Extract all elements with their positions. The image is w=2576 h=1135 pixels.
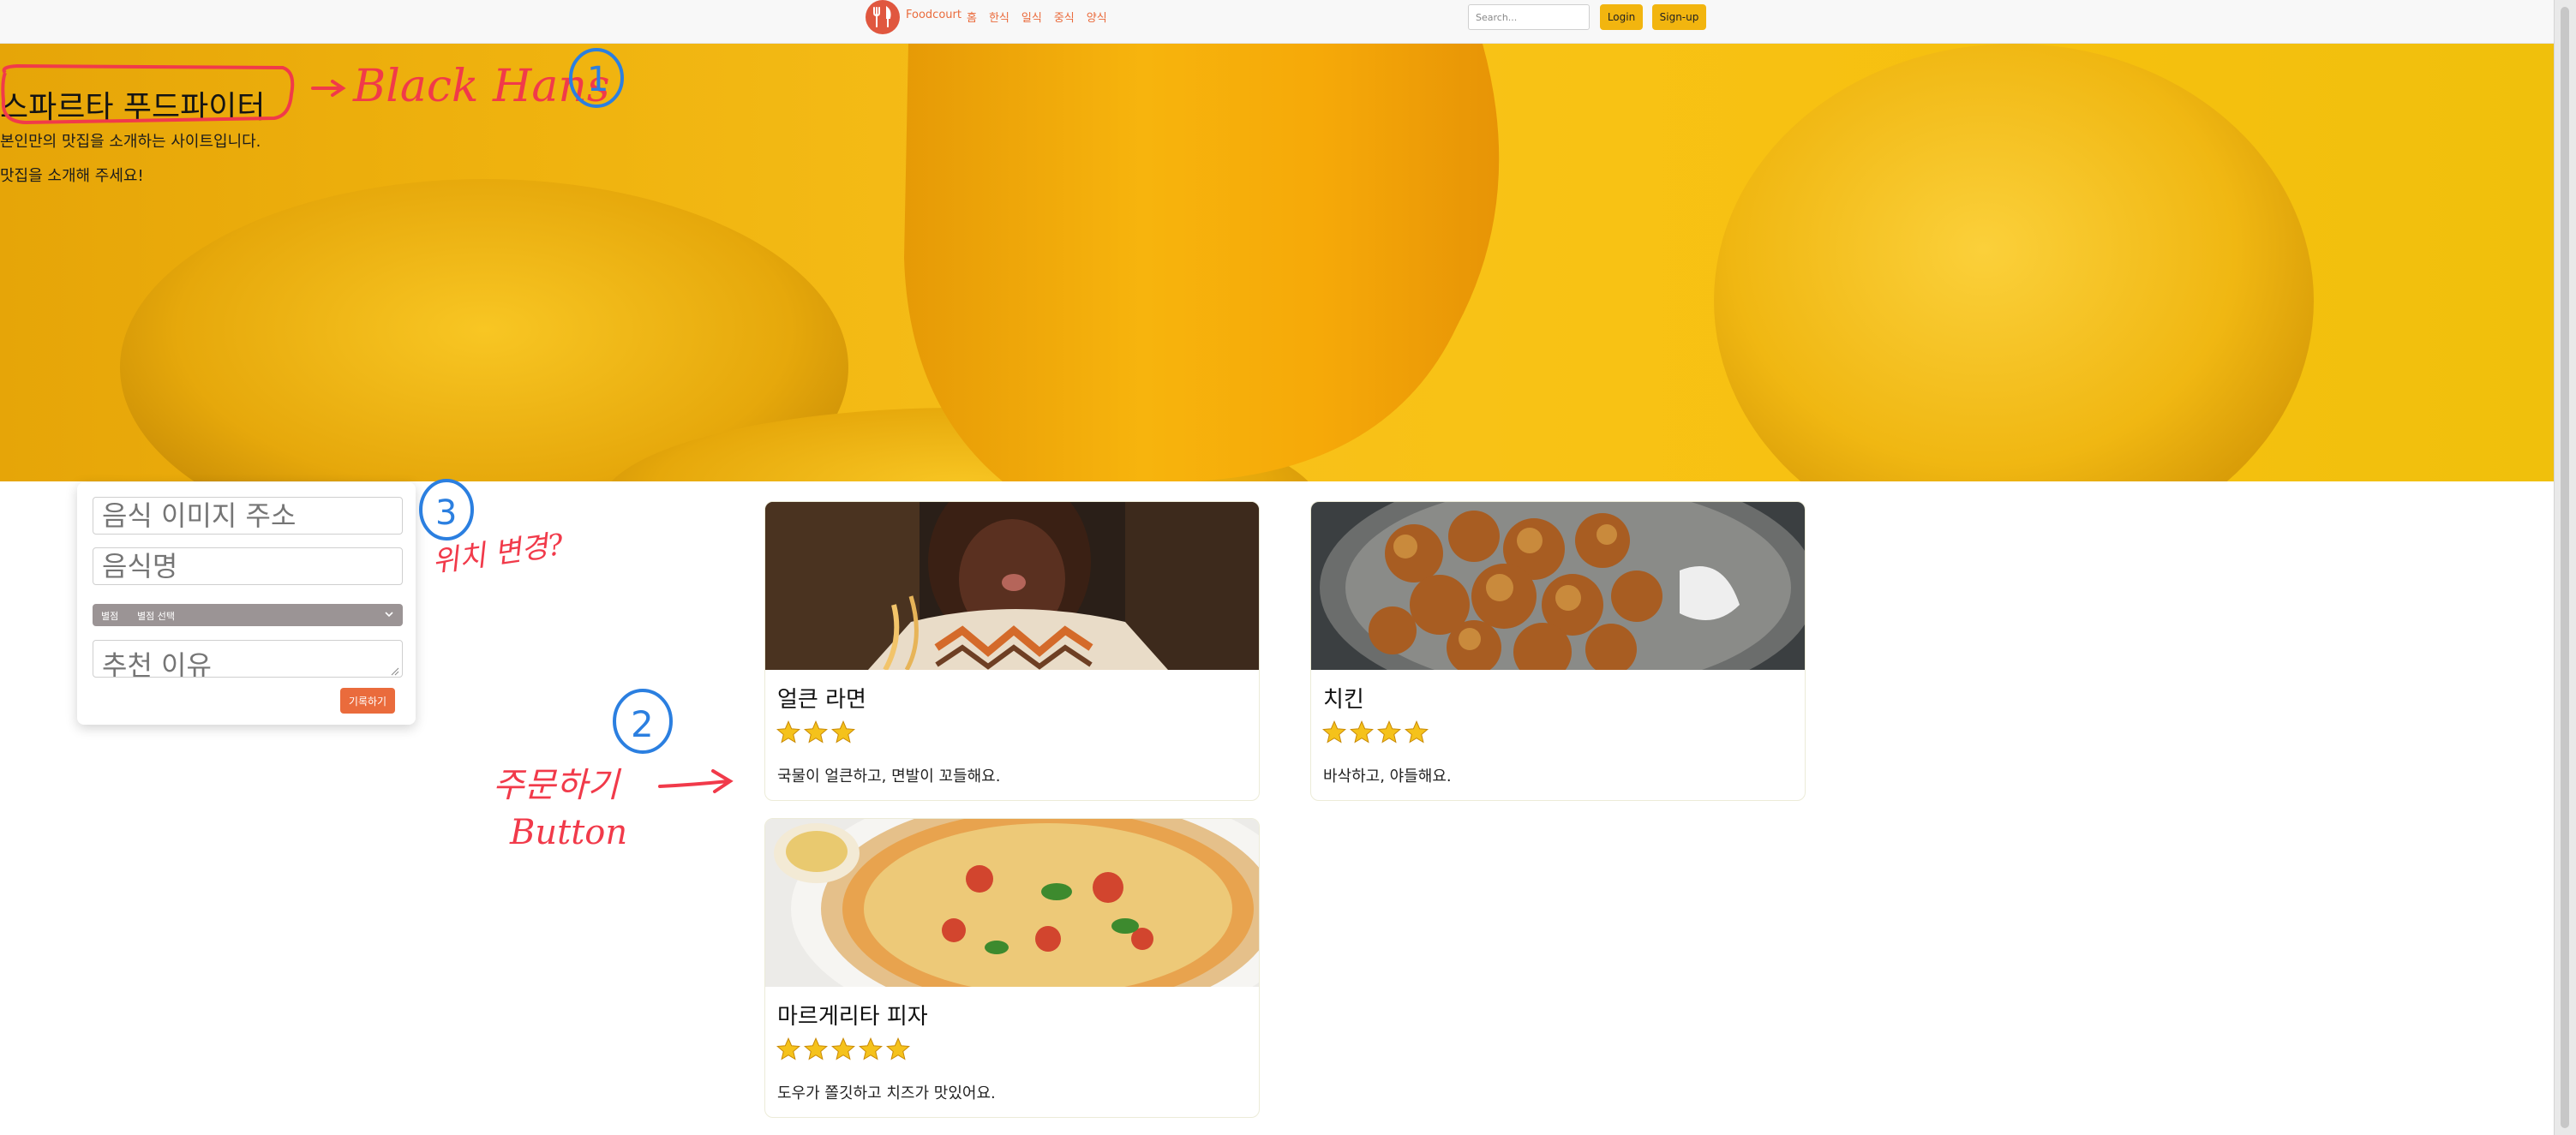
star-icon xyxy=(804,1036,828,1060)
ramen-photo xyxy=(765,502,1259,670)
scrollbar-thumb[interactable] xyxy=(2561,7,2569,1128)
annotation-marker-2-circle xyxy=(613,689,673,754)
resize-grip-icon[interactable] xyxy=(389,666,399,676)
card-title: 얼큰 라면 xyxy=(777,687,866,713)
star-icon xyxy=(776,720,800,744)
reason-textarea[interactable] xyxy=(93,640,403,678)
food-image-url-input[interactable] xyxy=(93,497,403,535)
annotation-note-2-line2: Button xyxy=(509,813,627,852)
card-rating xyxy=(776,720,856,745)
annotation-marker-3-circle xyxy=(419,479,474,541)
card-description: 바삭하고, 야들해요. xyxy=(1323,768,1452,786)
chicken-photo xyxy=(1311,502,1805,670)
star-icon xyxy=(886,1036,910,1060)
star-icon xyxy=(1377,720,1401,744)
star-icon xyxy=(831,720,855,744)
nav-link-chinese[interactable]: 중식 xyxy=(1054,9,1075,25)
nav-link-western[interactable]: 양식 xyxy=(1087,9,1107,25)
hero-background-image xyxy=(120,44,2314,481)
page: Foodcourt 홈 한식 일식 중식 양식 Login Sign-up xyxy=(0,0,2576,1135)
annotation-arrow-2 xyxy=(658,769,734,793)
chevron-down-icon xyxy=(385,612,393,618)
rating-select-value: 별점 선택 xyxy=(137,611,175,622)
submit-button[interactable]: 기록하기 xyxy=(340,688,395,714)
nav-link-home[interactable]: 홈 xyxy=(967,9,977,25)
star-icon xyxy=(859,1036,883,1060)
card-title: 마르게리타 피자 xyxy=(777,1004,928,1030)
star-icon xyxy=(776,1036,800,1060)
rating-select[interactable]: 별점 별점 선택 xyxy=(93,604,403,626)
annotation-note-3: 위치 변경? xyxy=(430,528,566,580)
nav-link-korean[interactable]: 한식 xyxy=(989,9,1009,25)
fork-knife-logo-icon[interactable] xyxy=(866,0,900,34)
nav-link-japanese[interactable]: 일식 xyxy=(1021,9,1042,25)
star-icon xyxy=(804,720,828,744)
star-icon xyxy=(1405,720,1429,744)
pizza-photo xyxy=(765,819,1259,987)
star-icon xyxy=(831,1036,855,1060)
annotation-marker-3: 3 xyxy=(435,493,457,533)
recommend-form: 별점 별점 선택 기록하기 xyxy=(77,482,416,725)
annotation-marker-2: 2 xyxy=(631,703,654,745)
search-input[interactable] xyxy=(1468,4,1590,30)
star-icon xyxy=(1350,720,1374,744)
food-card[interactable]: 얼큰 라면 국물이 얼큰하고, 면발이 꼬들해요. xyxy=(764,501,1260,801)
nav-links: 홈 한식 일식 중식 양식 xyxy=(967,9,1107,25)
hero-subtitle: 본인만의 맛집을 소개하는 사이트입니다. xyxy=(0,133,261,151)
star-icon xyxy=(1322,720,1346,744)
card-rating xyxy=(776,1036,911,1062)
signup-button[interactable]: Sign-up xyxy=(1652,4,1706,30)
card-description: 도우가 쫄깃하고 치즈가 맛있어요. xyxy=(777,1084,996,1102)
card-rating xyxy=(1321,720,1429,745)
brand-name[interactable]: Foodcourt xyxy=(906,9,962,21)
card-title: 치킨 xyxy=(1323,687,1364,713)
food-name-input[interactable] xyxy=(93,547,403,585)
login-button[interactable]: Login xyxy=(1600,4,1643,30)
card-description: 국물이 얼큰하고, 면발이 꼬들해요. xyxy=(777,768,1001,786)
annotation-note-2-line1: 주문하기 xyxy=(493,766,621,805)
hero-banner: 스파르타 푸드파이터 본인만의 맛집을 소개하는 사이트입니다. 맛집을 소개해… xyxy=(0,44,2554,481)
food-card[interactable]: 마르게리타 피자 도우가 쫄깃하고 치즈가 맛있어요. xyxy=(764,818,1260,1118)
navbar: Foodcourt 홈 한식 일식 중식 양식 Login Sign-up xyxy=(0,0,2554,44)
hero-cta-text: 맛집을 소개해 주세요! xyxy=(0,167,144,185)
rating-select-label: 별점 xyxy=(101,611,119,622)
hero-title: 스파르타 푸드파이터 xyxy=(0,90,266,125)
food-card[interactable]: 치킨 바삭하고, 야들해요. xyxy=(1310,501,1806,801)
